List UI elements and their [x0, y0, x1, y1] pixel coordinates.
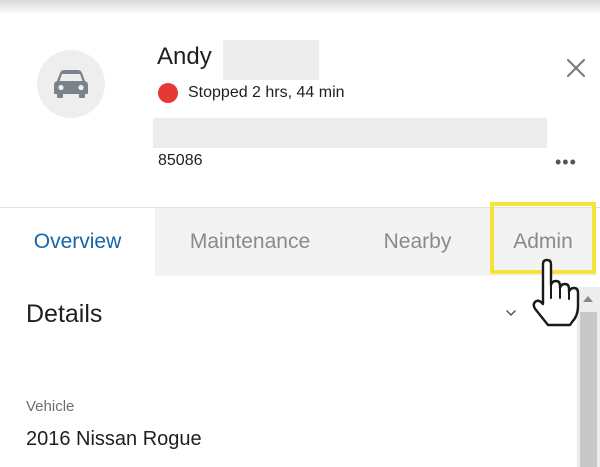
hand-pointer-icon: [526, 258, 584, 328]
status-text: Stopped 2 hrs, 44 min: [188, 84, 345, 101]
status-row: Stopped 2 hrs, 44 min: [158, 83, 345, 103]
close-icon: [567, 59, 585, 77]
redacted-surname: [223, 40, 319, 80]
zip-code: 85086: [158, 152, 203, 169]
details-toggle[interactable]: [504, 306, 518, 320]
car-icon: [54, 70, 88, 98]
chevron-down-icon: [506, 310, 516, 317]
details-heading: Details: [26, 300, 103, 328]
more-options-button[interactable]: •••: [555, 152, 577, 173]
top-shadow: [0, 0, 600, 14]
vehicle-value: 2016 Nissan Rogue: [26, 428, 202, 450]
status-dot: [158, 83, 178, 103]
close-button[interactable]: [563, 55, 589, 81]
tab-overview[interactable]: Overview: [0, 208, 155, 276]
vehicle-avatar: [37, 50, 105, 118]
vehicle-label: Vehicle: [26, 398, 75, 415]
tab-nearby[interactable]: Nearby: [345, 208, 490, 276]
redacted-address: [153, 118, 547, 148]
tab-maintenance[interactable]: Maintenance: [155, 208, 345, 276]
driver-name: Andy: [157, 43, 212, 70]
scrollbar-thumb[interactable]: [580, 312, 597, 467]
